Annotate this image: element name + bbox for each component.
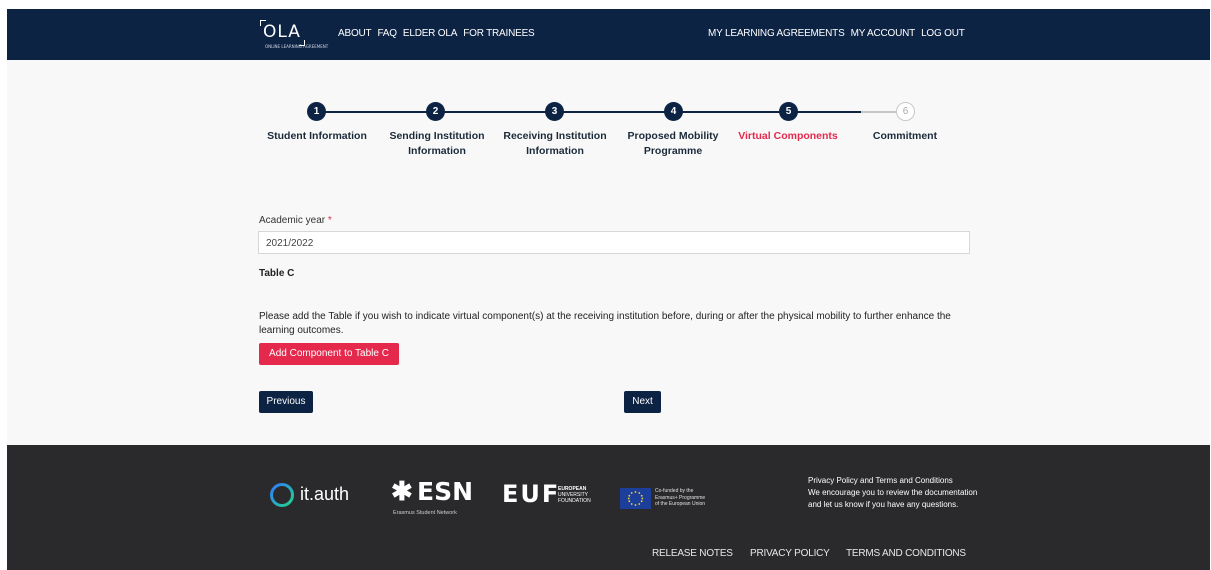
required-asterisk: * xyxy=(327,215,332,226)
eu-cofunded-logo[interactable]: Co-funded by the Erasmus+ Programme of t… xyxy=(620,488,750,510)
nav-my-learning-agreements-link[interactable]: MY LEARNING AGREEMENTS xyxy=(708,28,845,39)
next-button[interactable]: Next xyxy=(624,391,661,413)
nav-elder-ola-link[interactable]: ELDER OLA xyxy=(403,28,458,39)
eu-flag-icon xyxy=(620,488,651,509)
esn-text: ESN xyxy=(417,477,474,506)
terms-conditions-link[interactable]: TERMS AND CONDITIONS xyxy=(846,548,966,559)
step-6-label: Commitment xyxy=(872,130,938,142)
privacy-policy-link[interactable]: PRIVACY POLICY xyxy=(750,548,830,559)
step-5-label: Virtual Components xyxy=(738,130,838,142)
logo-tagline: ONLINE LEARNING AGREEMENT xyxy=(265,44,329,49)
step-1-label: Student Information xyxy=(267,130,367,142)
top-navbar: OLA ONLINE LEARNING AGREEMENT ABOUT FAQ EL… xyxy=(7,9,1210,60)
esn-logo[interactable]: ✱ ESN Erasmus Student Network xyxy=(391,476,491,519)
eu-cofunded-text: Co-funded by the Erasmus+ Programme of t… xyxy=(655,488,706,507)
table-c-title: Table C xyxy=(259,268,295,279)
step-4-label: Proposed Mobility Programme xyxy=(627,130,719,157)
euf-logo[interactable]: EUF EUROPEAN UNIVERSITY FOUNDATION xyxy=(502,480,612,514)
esn-subtext: Erasmus Student Network xyxy=(393,510,457,516)
previous-button[interactable]: Previous xyxy=(259,391,313,413)
step-2-circle[interactable]: 2 xyxy=(426,102,445,121)
nav-faq-link[interactable]: FAQ xyxy=(377,28,397,39)
progress-stepper: 1 2 3 4 5 6 Student Information Sending … xyxy=(257,102,957,172)
privacy-notice-title: Privacy Policy and Terms and Conditions xyxy=(808,476,953,485)
itauth-circle-icon xyxy=(270,483,294,507)
release-notes-link[interactable]: RELEASE NOTES xyxy=(652,548,733,559)
step-1-circle[interactable]: 1 xyxy=(307,102,326,121)
nav-left: ABOUT FAQ ELDER OLA FOR TRAINEES xyxy=(338,28,541,39)
step-6-circle[interactable]: 6 xyxy=(896,102,915,121)
academic-year-field[interactable]: 2021/2022 xyxy=(258,231,970,254)
esn-star-icon: ✱ xyxy=(391,476,413,506)
itauth-text: it.auth xyxy=(300,484,350,504)
step-5-circle[interactable]: 5 xyxy=(779,102,798,121)
nav-about-link[interactable]: ABOUT xyxy=(338,28,372,39)
step-4-circle[interactable]: 4 xyxy=(664,102,683,121)
step-2-label: Sending Institution Information xyxy=(389,130,485,157)
footer: it.auth ✱ ESN Erasmus Student Network EU… xyxy=(7,445,1210,570)
add-component-button[interactable]: Add Component to Table C xyxy=(259,343,399,365)
euf-text: EUF xyxy=(502,480,561,508)
nav-logout-link[interactable]: LOG OUT xyxy=(921,28,965,39)
table-c-description: Please add the Table if you wish to indi… xyxy=(259,311,951,336)
nav-my-account-link[interactable]: MY ACCOUNT xyxy=(851,28,916,39)
privacy-notice: Privacy Policy and Terms and Conditions … xyxy=(808,475,988,511)
ola-logo[interactable]: OLA ONLINE LEARNING AGREEMENT xyxy=(260,20,328,49)
nav-right: MY LEARNING AGREEMENTS MY ACCOUNT LOG OUT xyxy=(708,28,971,39)
step-3-circle[interactable]: 3 xyxy=(545,102,564,121)
euf-subtext: EUROPEAN UNIVERSITY FOUNDATION xyxy=(558,486,591,504)
page-frame: OLA ONLINE LEARNING AGREEMENT ABOUT FAQ EL… xyxy=(7,9,1210,570)
privacy-notice-text: We encourage you to review the documenta… xyxy=(808,488,978,509)
nav-for-trainees-link[interactable]: FOR TRAINEES xyxy=(463,28,535,39)
academic-year-label: Academic year * xyxy=(259,215,332,226)
step-3-label: Receiving Institution Information xyxy=(503,130,607,157)
